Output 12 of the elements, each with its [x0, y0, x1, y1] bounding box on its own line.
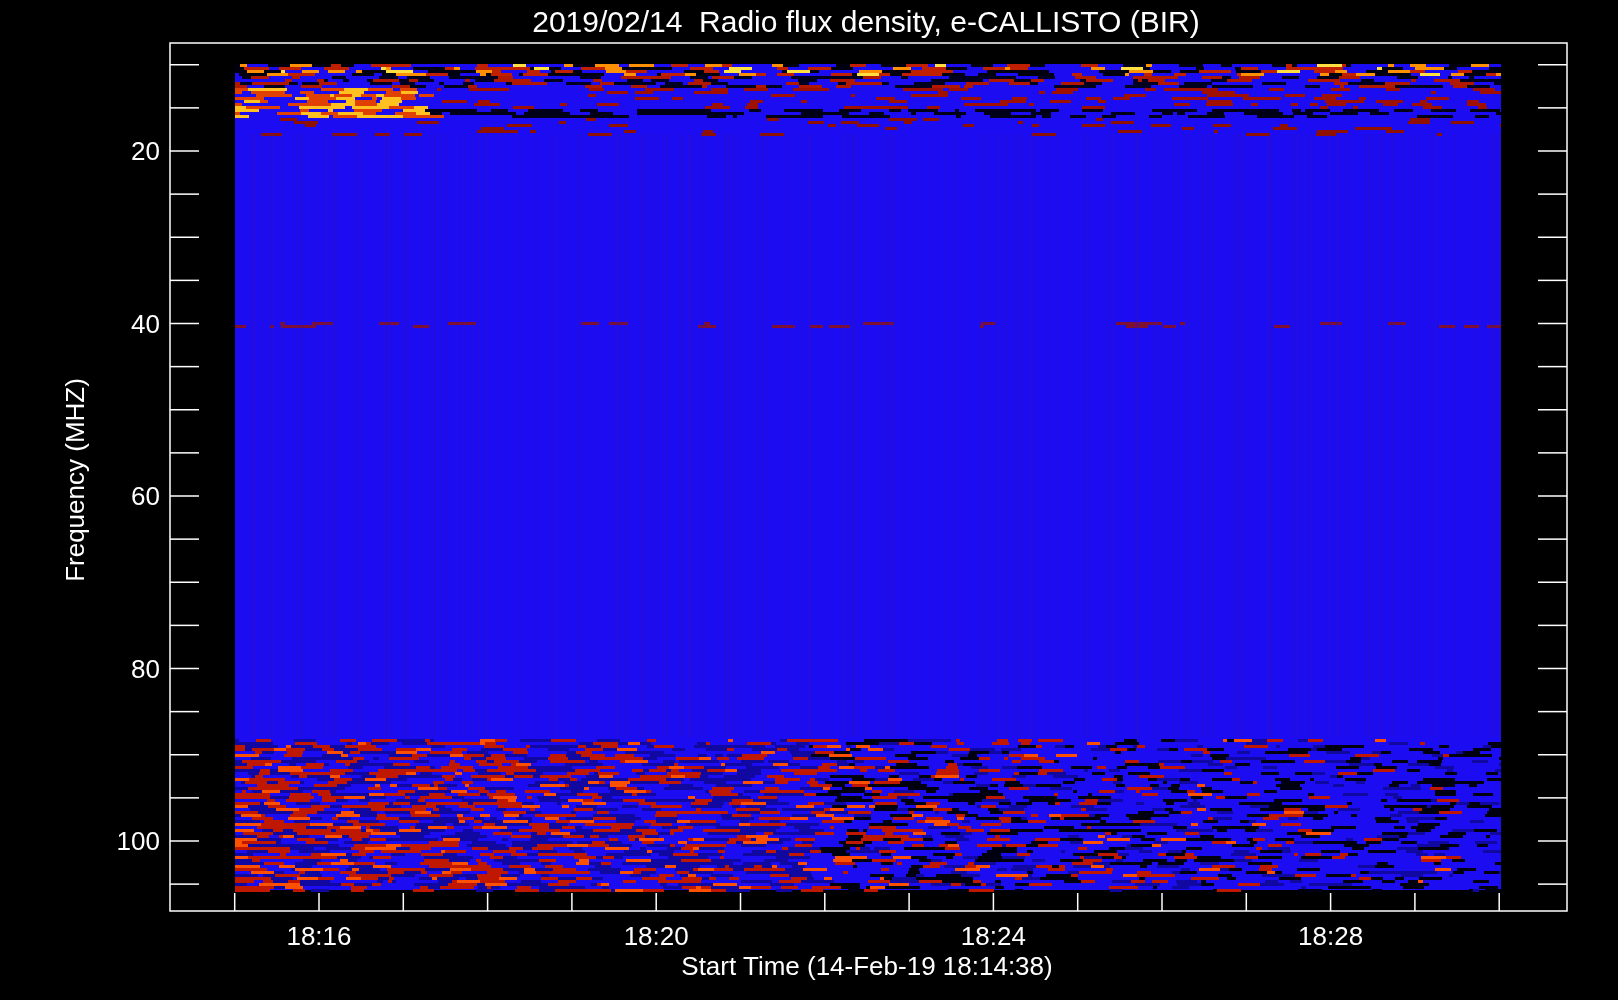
axis-tick-label: 20: [131, 136, 160, 166]
x-axis-title: Start Time (14-Feb-19 18:14:38): [681, 951, 1053, 981]
axis-tick-label: 18:28: [1298, 921, 1364, 951]
axis-tick-label: 18:20: [623, 921, 689, 951]
chart-title: 2019/02/14 Radio flux density, e-CALLISTO (BIR): [532, 5, 1200, 38]
axis-tick-label: 80: [131, 653, 160, 684]
y-axis-title: Frequency (MHZ): [60, 378, 90, 582]
axis-tick-label: 18:24: [960, 921, 1026, 951]
axis-tick-label: 60: [131, 481, 160, 511]
axis-tick-label: 18:16: [286, 921, 352, 951]
axis-tick-label: 40: [131, 308, 160, 339]
axis-tick-label: 100: [116, 826, 160, 856]
